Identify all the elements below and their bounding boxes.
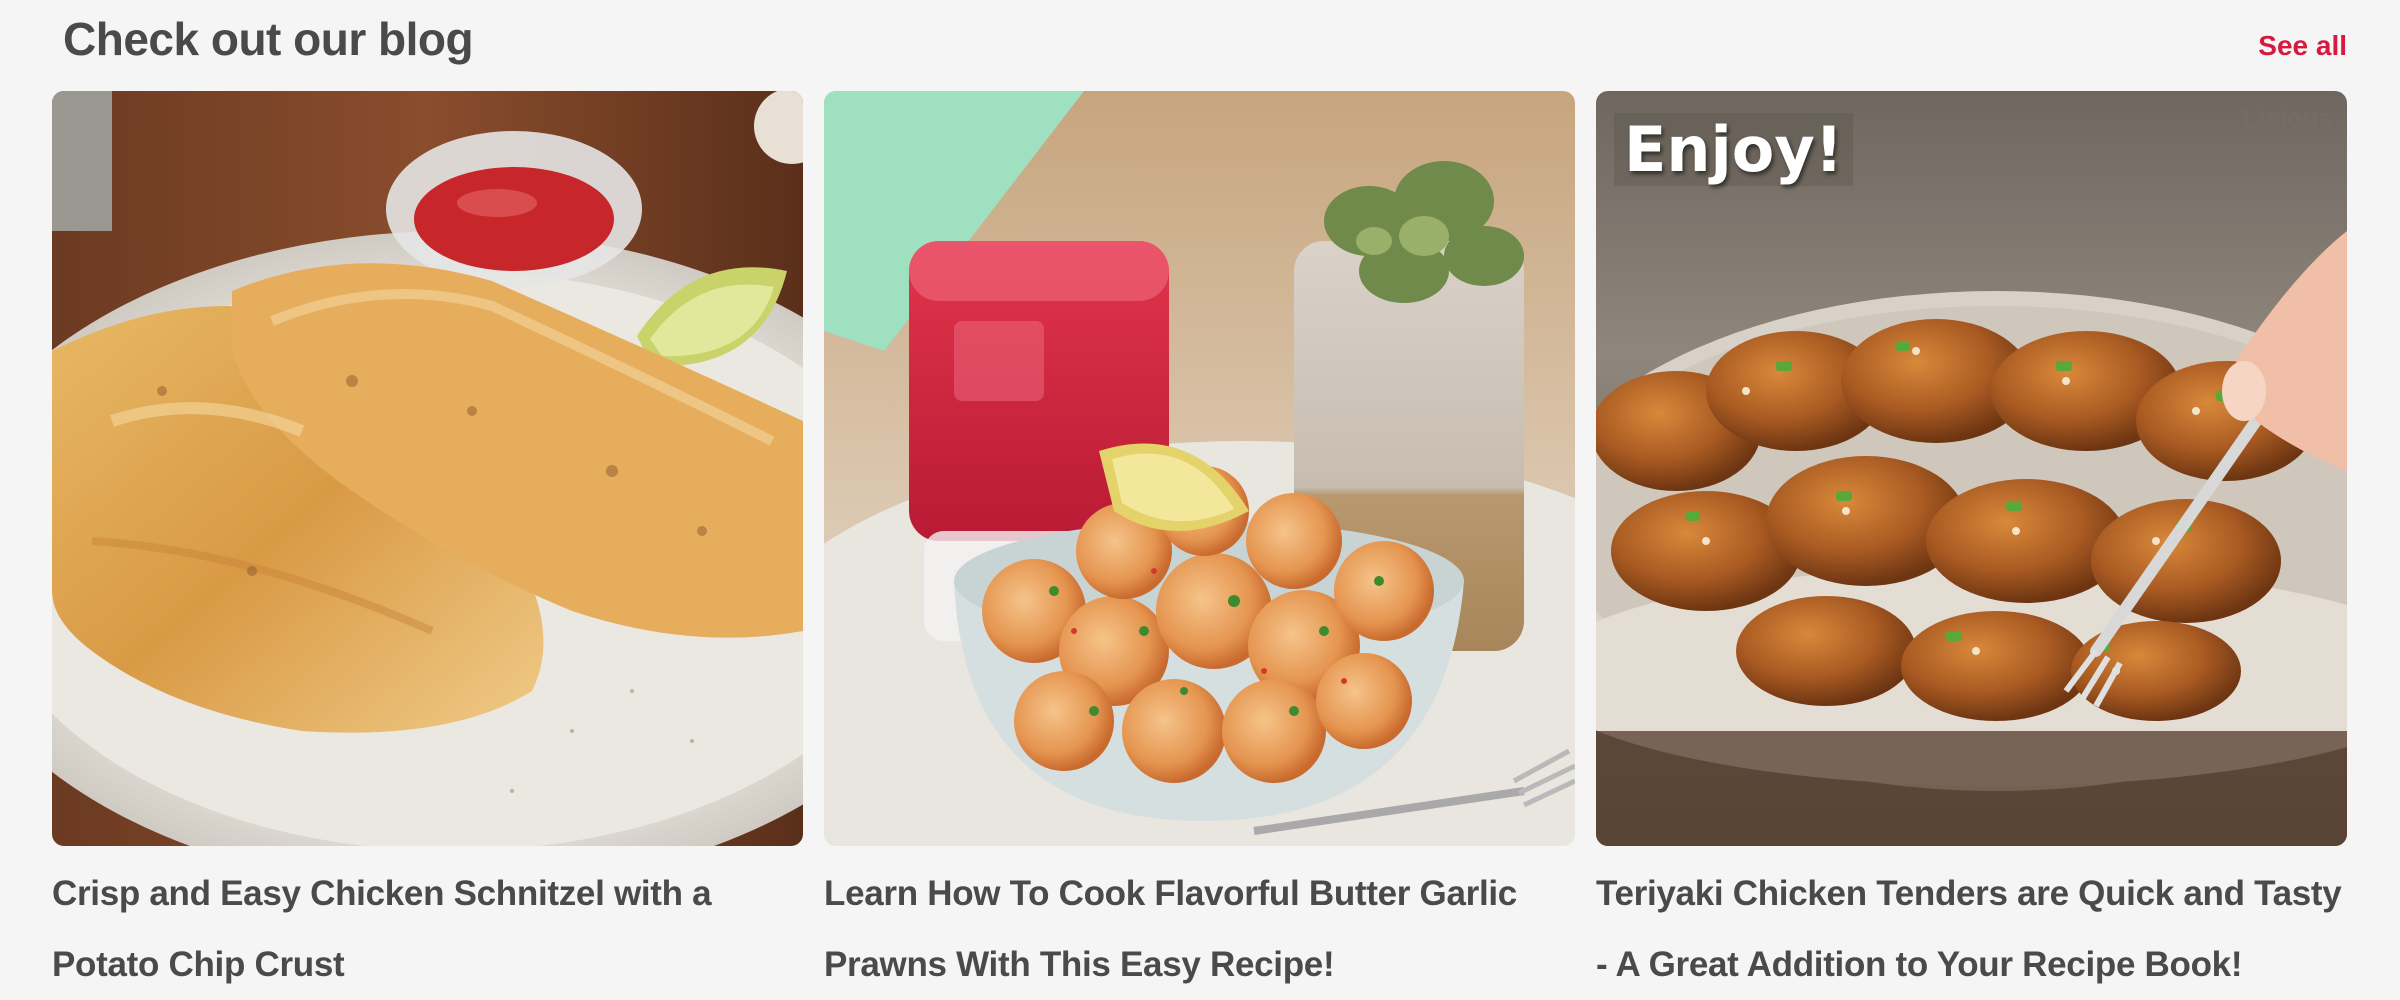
blog-section-header: Check out our blog See all xyxy=(0,0,2400,90)
blog-card-list: Crisp and Easy Chicken Schnitzel with a … xyxy=(52,91,2348,1000)
blog-card-image-chicken-schnitzel[interactable] xyxy=(52,91,803,846)
blog-card-title[interactable]: Crisp and Easy Chicken Schnitzel with a … xyxy=(52,858,803,1000)
brand-watermark: Licious xyxy=(2241,103,2333,133)
blog-card-butter-garlic-prawns[interactable]: Learn How To Cook Flavorful Butter Garli… xyxy=(824,91,1575,1000)
chicken-schnitzel-photo xyxy=(52,91,803,846)
see-all-link[interactable]: See all xyxy=(2258,30,2347,62)
blog-card-teriyaki-chicken-tenders[interactable]: Enjoy! Licious Teriyaki Chicken Tenders … xyxy=(1596,91,2347,1000)
teriyaki-chicken-tenders-photo xyxy=(1596,91,2347,846)
blog-card-chicken-schnitzel[interactable]: Crisp and Easy Chicken Schnitzel with a … xyxy=(52,91,803,1000)
blog-card-title[interactable]: Teriyaki Chicken Tenders are Quick and T… xyxy=(1596,858,2347,1000)
section-title: Check out our blog xyxy=(63,13,474,65)
butter-garlic-prawns-photo xyxy=(824,91,1575,846)
enjoy-overlay-text: Enjoy! xyxy=(1614,113,1854,186)
blog-card-title[interactable]: Learn How To Cook Flavorful Butter Garli… xyxy=(824,858,1575,1000)
blog-card-image-teriyaki-chicken-tenders[interactable]: Enjoy! Licious xyxy=(1596,91,2347,846)
blog-card-image-butter-garlic-prawns[interactable] xyxy=(824,91,1575,846)
